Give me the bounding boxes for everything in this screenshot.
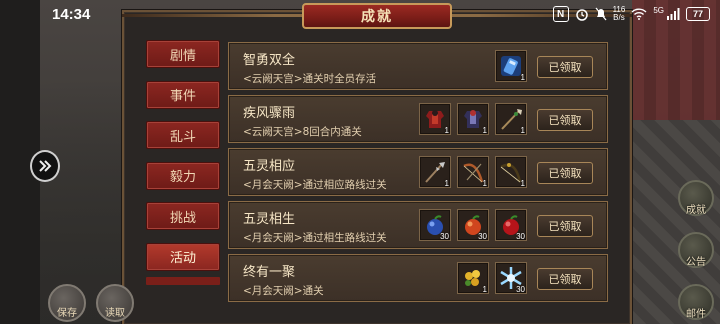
reward-count: 1 (520, 73, 525, 82)
achievements-label: 成就 (686, 205, 706, 216)
achievement-desc: <月会天阙>通过相应路线过关 (243, 179, 387, 191)
reward-item[interactable]: 1 (419, 103, 451, 135)
status-bar: 14:34 N 116 B/s 5G 77 (0, 0, 720, 28)
reward-item[interactable]: 1 (495, 156, 527, 188)
claimed-button[interactable]: 已领取 (537, 215, 593, 237)
achievement-title: 智勇双全 (243, 53, 296, 68)
load-button[interactable]: 读取 (96, 284, 134, 322)
reward-item[interactable]: 30 (457, 209, 489, 241)
collapse-arrow-button[interactable] (30, 150, 60, 182)
claimed-button[interactable]: 已领取 (537, 162, 593, 184)
achievement-row: 五灵相应 <月会天阙>通过相应路线过关 1 1 1 已领取 (228, 148, 608, 196)
network-type: 5G (653, 6, 664, 15)
reward-item[interactable]: 1 (457, 103, 489, 135)
status-icons: N 116 B/s 5G 77 (552, 6, 710, 22)
nfc-icon: N (552, 6, 569, 22)
network-speed: 116 B/s (613, 6, 626, 22)
notice-label: 公告 (686, 257, 706, 268)
reward-item[interactable]: 1 (419, 156, 451, 188)
achievement-desc: <月会天阙>通关 (243, 285, 324, 297)
reward-count: 1 (444, 126, 449, 135)
reward-list: 30 30 30 (419, 209, 527, 241)
mail-button[interactable]: 邮件 (678, 284, 714, 320)
reward-count: 1 (520, 179, 525, 188)
reward-list: 1 (495, 50, 527, 82)
signal-icon (667, 8, 680, 20)
reward-count: 1 (444, 179, 449, 188)
mail-label: 邮件 (686, 309, 706, 320)
achievement-list: 智勇双全 <云阙天宫>通关时全员存活 1 已领取 疾风骤雨 <云阙天宫>8回合内… (228, 42, 608, 307)
battery-indicator: 77 (686, 7, 710, 21)
achievement-title: 疾风骤雨 (243, 106, 296, 121)
reward-item[interactable]: 1 (495, 103, 527, 135)
reward-item[interactable]: 30 (495, 262, 527, 294)
reward-item[interactable]: 30 (419, 209, 451, 241)
notice-button[interactable]: 公告 (678, 232, 714, 268)
reward-item[interactable]: 1 (457, 156, 489, 188)
save-button[interactable]: 保存 (48, 284, 86, 322)
reward-count: 1 (482, 179, 487, 188)
claimed-button[interactable]: 已领取 (537, 109, 593, 131)
claimed-button[interactable]: 已领取 (537, 268, 593, 290)
speed-unit: B/s (613, 13, 625, 22)
mute-icon (595, 7, 607, 21)
tab-brawl[interactable]: 乱斗 (146, 121, 220, 149)
achievement-desc: <月会天阙>通过相生路线过关 (243, 232, 387, 244)
achievement-row: 五灵相生 <月会天阙>通过相生路线过关 30 30 30 已领取 (228, 201, 608, 249)
alarm-icon (575, 9, 588, 21)
tab-next-peek (146, 277, 220, 285)
tab-story[interactable]: 剧情 (146, 40, 220, 68)
achievements-button[interactable]: 成就 (678, 180, 714, 216)
reward-count: 30 (440, 232, 449, 241)
reward-count: 1 (482, 285, 487, 294)
tab-activity[interactable]: 活动 (146, 242, 220, 271)
reward-count: 1 (482, 126, 487, 135)
tab-perseverance[interactable]: 毅力 (146, 161, 220, 190)
reward-count: 30 (516, 285, 525, 294)
achievement-title: 五灵相应 (243, 159, 296, 174)
achievement-title: 终有一聚 (243, 265, 296, 280)
achievement-title: 五灵相生 (243, 212, 296, 227)
double-chevron-icon (39, 160, 52, 172)
claimed-button[interactable]: 已领取 (537, 56, 593, 78)
load-label: 读取 (105, 308, 125, 319)
reward-list: 1 30 (457, 262, 527, 294)
category-tabs: 剧情 事件 乱斗 毅力 挑战 活动 (146, 40, 222, 285)
reward-list: 1 1 1 (419, 103, 527, 135)
reward-item[interactable]: 1 (457, 262, 489, 294)
achievement-row: 终有一聚 <月会天阙>通关 1 30 已领取 (228, 254, 608, 302)
clock: 14:34 (52, 6, 91, 23)
achievement-desc: <云阙天宫>通关时全员存活 (243, 73, 377, 85)
save-label: 保存 (57, 308, 77, 319)
achievement-desc: <云阙天宫>8回合内通关 (243, 126, 362, 138)
reward-count: 30 (516, 232, 525, 241)
reward-list: 1 1 1 (419, 156, 527, 188)
tab-challenge[interactable]: 挑战 (146, 202, 220, 230)
reward-item[interactable]: 1 (495, 50, 527, 82)
tab-event[interactable]: 事件 (146, 80, 220, 109)
reward-item[interactable]: 30 (495, 209, 527, 241)
wifi-icon (631, 8, 647, 20)
achievement-row: 智勇双全 <云阙天宫>通关时全员存活 1 已领取 (228, 42, 608, 90)
reward-count: 1 (520, 126, 525, 135)
achievement-row: 疾风骤雨 <云阙天宫>8回合内通关 1 1 1 已领取 (228, 95, 608, 143)
reward-count: 30 (478, 232, 487, 241)
